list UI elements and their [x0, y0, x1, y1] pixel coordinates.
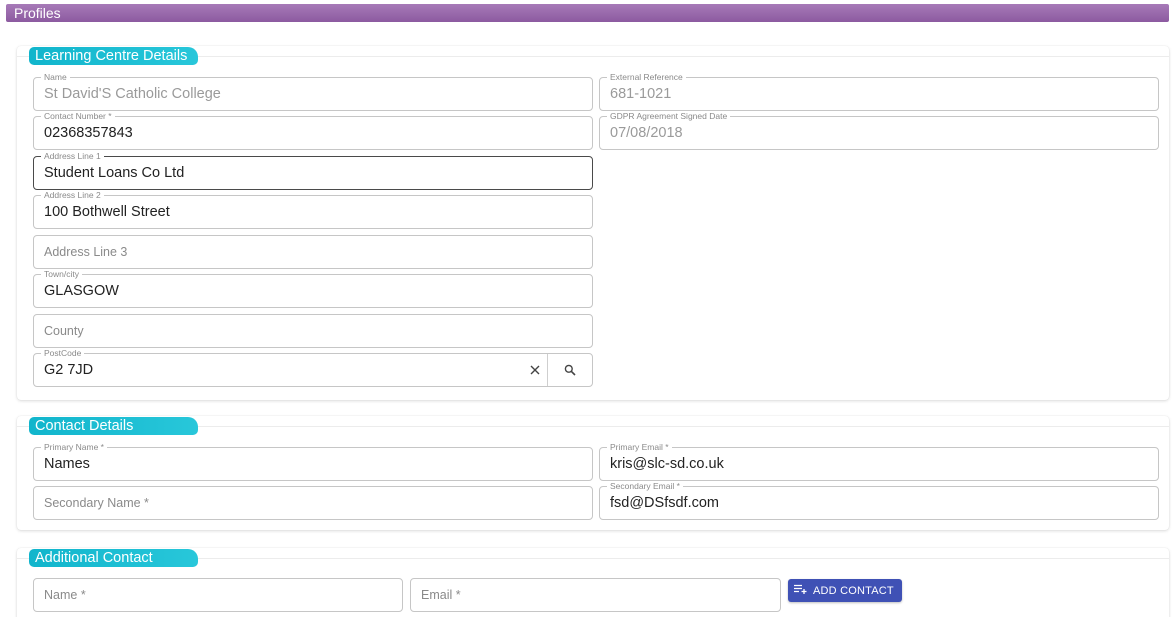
- secondary-email-field[interactable]: Secondary Email * fsd@DSfsdf.com: [599, 481, 1159, 520]
- primary-email-field[interactable]: Primary Email * kris@slc-sd.co.uk: [599, 442, 1159, 481]
- name-field-value: St David'S Catholic College: [44, 86, 221, 102]
- town-city-value: GLASGOW: [44, 283, 119, 299]
- postcode-value: G2 7JD: [44, 362, 94, 378]
- secondary-name-field[interactable]: Secondary Name *: [33, 486, 593, 520]
- postcode-field[interactable]: PostCode G2 7JD: [33, 348, 593, 387]
- address-line-3-placeholder: Address Line 3: [44, 245, 128, 259]
- external-reference-value: 681-1021: [610, 86, 672, 102]
- primary-email-value: kris@slc-sd.co.uk: [610, 456, 724, 472]
- address-line-1-field[interactable]: Address Line 1 Student Loans Co Ltd: [33, 151, 593, 190]
- search-icon[interactable]: [547, 354, 592, 386]
- additional-email-field[interactable]: Email *: [410, 578, 781, 612]
- address-line-1-value: Student Loans Co Ltd: [44, 165, 185, 181]
- additional-name-field[interactable]: Name *: [33, 578, 403, 612]
- primary-name-value: Names: [44, 456, 90, 472]
- contact-number-field[interactable]: Contact Number * 02368357843: [33, 111, 593, 150]
- additional-contact-heading: Additional Contact: [29, 549, 198, 567]
- name-field[interactable]: Name St David'S Catholic College: [33, 72, 593, 111]
- gdpr-date-field[interactable]: GDPR Agreement Signed Date 07/08/2018: [599, 111, 1159, 150]
- page-header-bar: Profiles: [6, 4, 1169, 22]
- address-line-2-value: 100 Bothwell Street: [44, 204, 170, 220]
- primary-name-field[interactable]: Primary Name * Names: [33, 442, 593, 481]
- additional-email-placeholder: Email *: [421, 588, 461, 602]
- learning-centre-heading: Learning Centre Details: [29, 47, 198, 65]
- contact-number-value: 02368357843: [44, 125, 133, 141]
- county-field[interactable]: County: [33, 314, 593, 348]
- additional-name-placeholder: Name *: [44, 588, 86, 602]
- county-placeholder: County: [44, 324, 84, 338]
- close-icon[interactable]: [524, 354, 546, 386]
- page-title: Profiles: [14, 5, 61, 21]
- add-contact-button[interactable]: ADD CONTACT: [788, 579, 902, 602]
- gdpr-date-value: 07/08/2018: [610, 125, 683, 141]
- town-city-field[interactable]: Town/city GLASGOW: [33, 269, 593, 308]
- secondary-name-placeholder: Secondary Name *: [44, 496, 149, 510]
- address-line-3-field[interactable]: Address Line 3: [33, 235, 593, 269]
- add-contact-label: ADD CONTACT: [813, 584, 894, 597]
- contact-details-heading: Contact Details: [29, 417, 198, 435]
- external-reference-field[interactable]: External Reference 681-1021: [599, 72, 1159, 111]
- playlist-add-icon: [794, 584, 807, 597]
- address-line-2-field[interactable]: Address Line 2 100 Bothwell Street: [33, 190, 593, 229]
- secondary-email-value: fsd@DSfsdf.com: [610, 495, 719, 511]
